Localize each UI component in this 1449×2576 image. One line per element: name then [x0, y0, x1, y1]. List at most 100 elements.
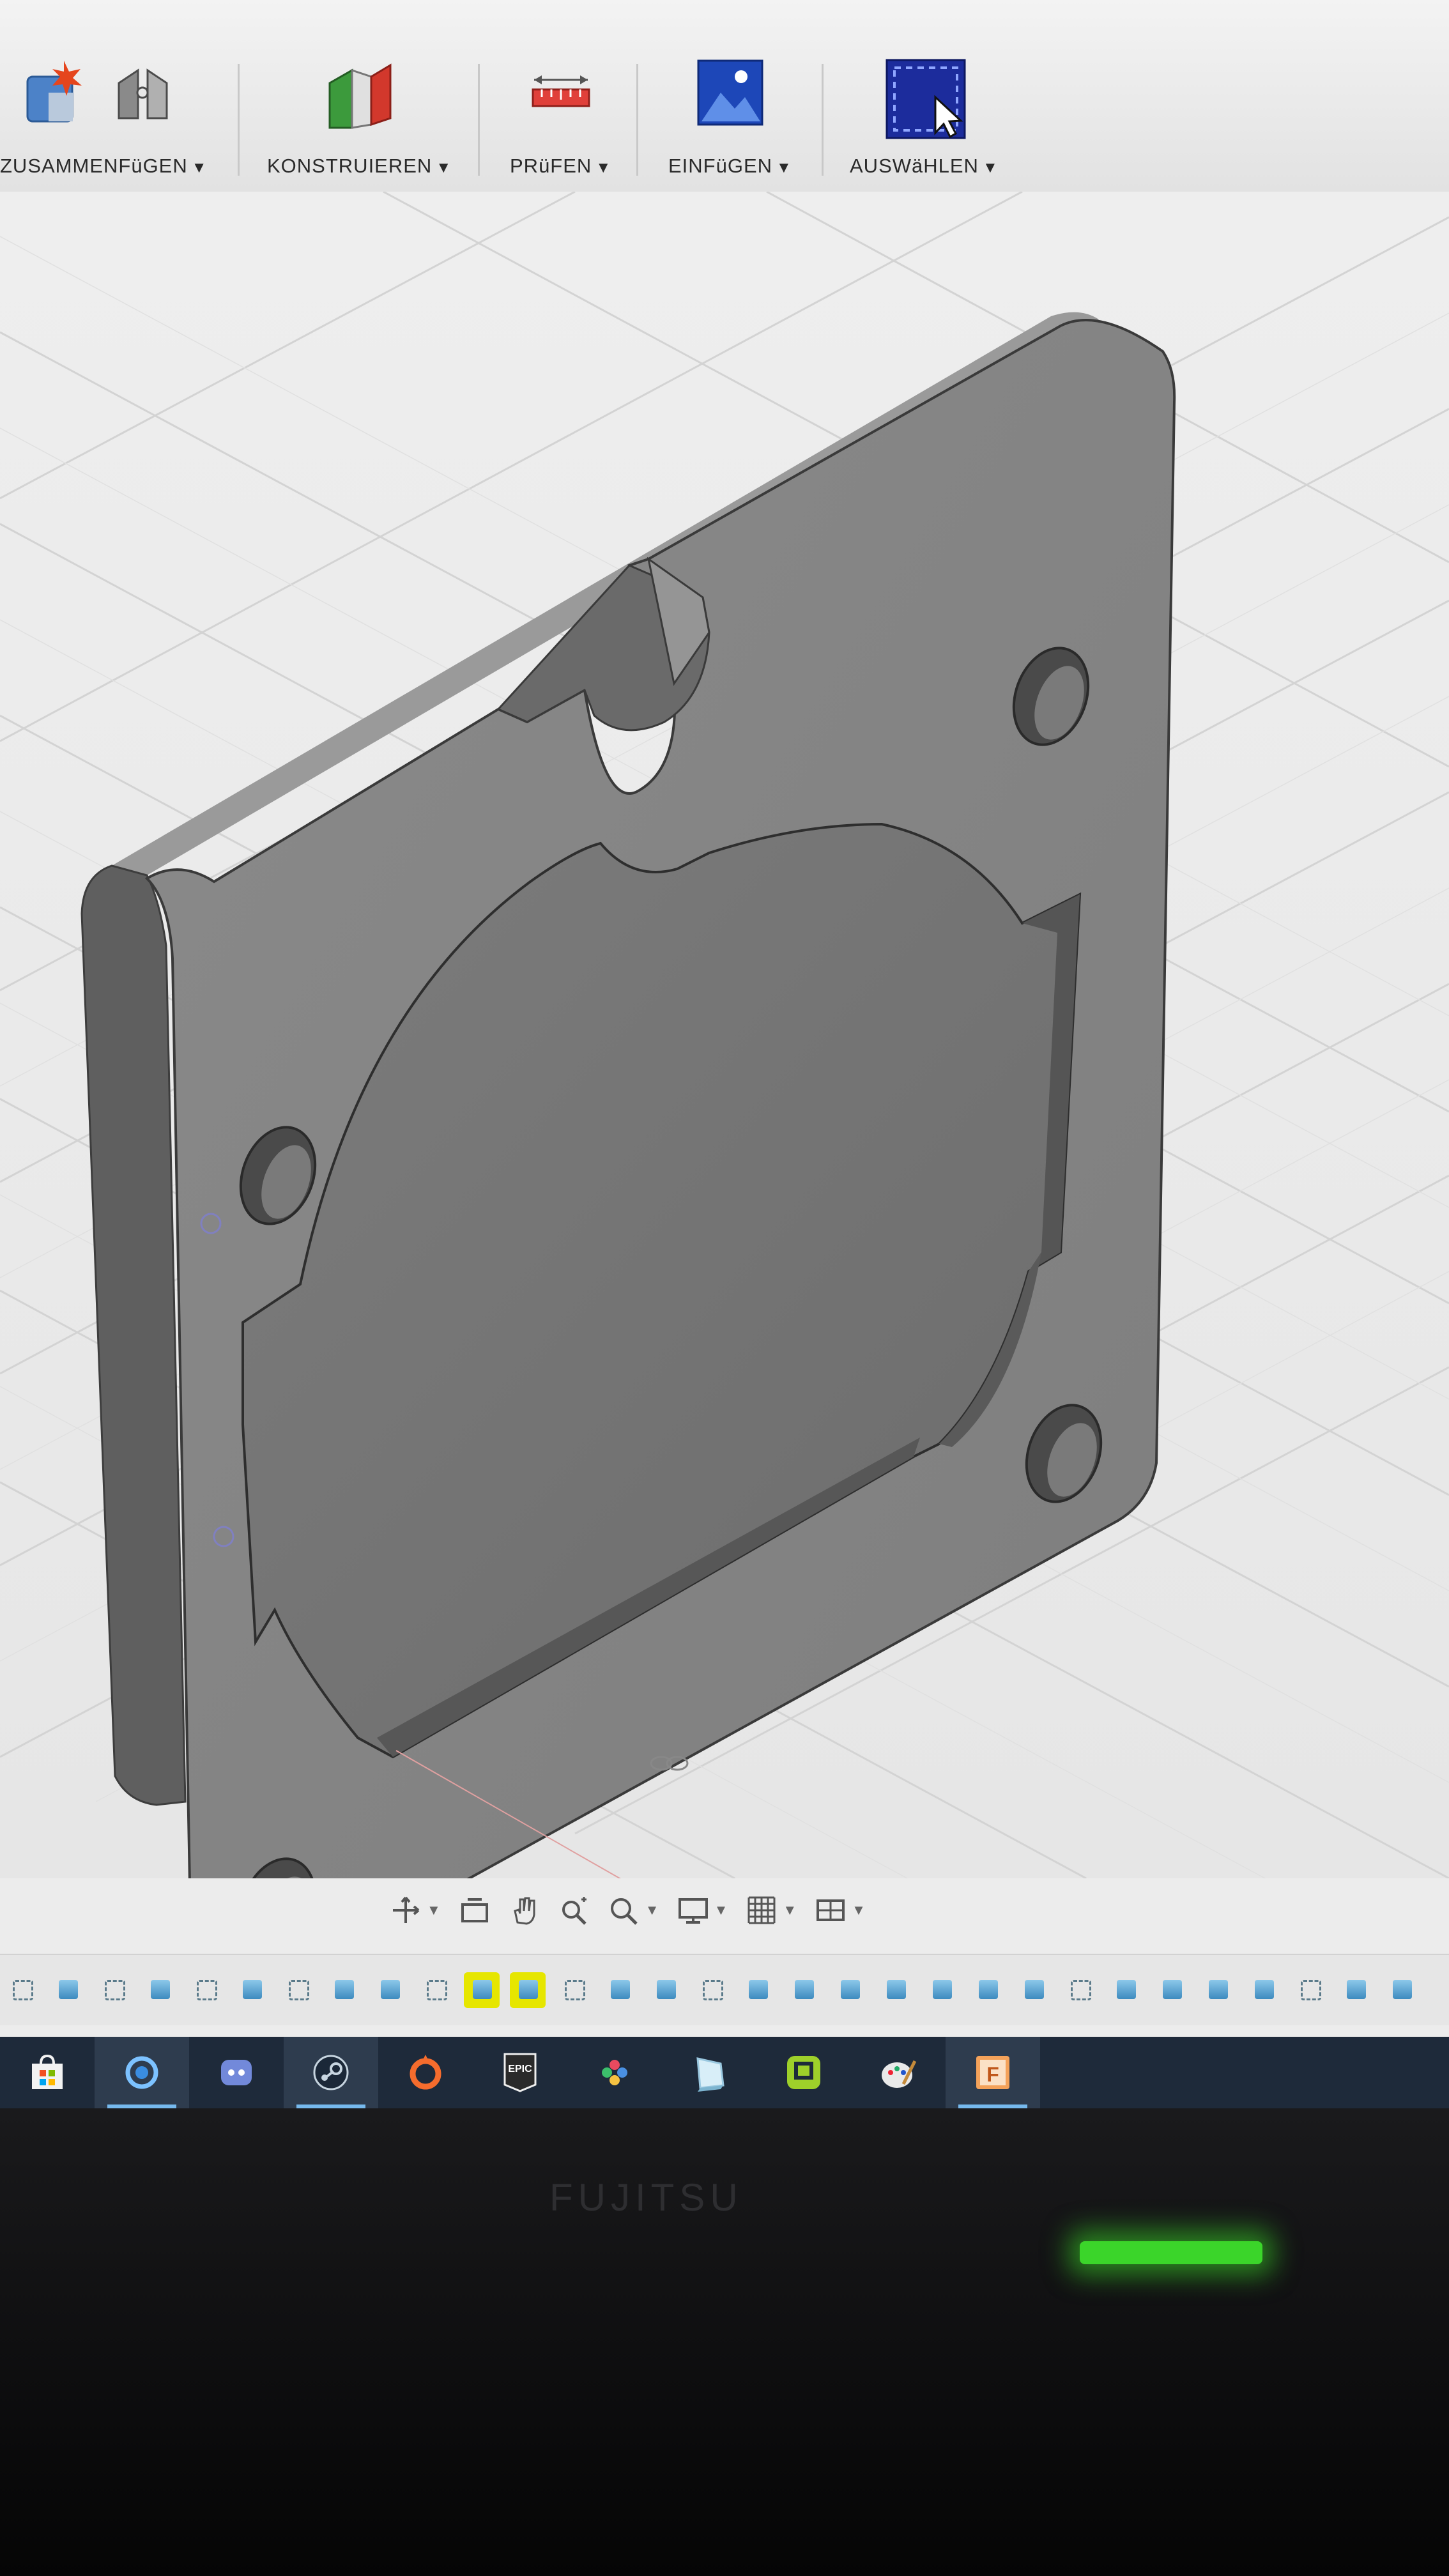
- timeline-body-feature[interactable]: [50, 1972, 86, 2008]
- taskbar-origin[interactable]: [378, 2037, 473, 2108]
- timeline-sketch-feature[interactable]: [96, 1972, 132, 2008]
- look-at-icon: [461, 1898, 488, 1922]
- orbit-button[interactable]: ▼: [390, 1894, 441, 1926]
- select-group: AUSWäHLEN ▼: [850, 0, 1029, 192]
- svg-text:FUJITSU: FUJITSU: [549, 2176, 741, 2219]
- timeline-body-feature[interactable]: [832, 1972, 868, 2008]
- timeline: [0, 1954, 1449, 2025]
- navigation-bar: ▼ ▼ ▼ ▼ ▼: [390, 1891, 866, 1929]
- taskbar-steam[interactable]: [284, 2037, 378, 2108]
- assemble-menu[interactable]: ZUSAMMENFüGEN ▼: [0, 155, 208, 178]
- separator: [238, 64, 240, 176]
- timeline-body-feature[interactable]: [924, 1972, 960, 2008]
- timeline-body-feature[interactable]: [970, 1972, 1006, 2008]
- timeline-body-feature[interactable]: [878, 1972, 914, 2008]
- timeline-sketch-feature[interactable]: [694, 1972, 730, 2008]
- orbit-icon: [393, 1896, 420, 1923]
- discord-icon: [221, 2060, 252, 2085]
- new-component-icon[interactable]: [24, 57, 88, 128]
- measure-icon[interactable]: [529, 57, 593, 128]
- timeline-body-feature[interactable]: [326, 1972, 362, 2008]
- windows-taskbar: EPIC F: [0, 2037, 1449, 2108]
- epic-games-icon: EPIC: [503, 2053, 537, 2092]
- fit-icon: [610, 1898, 638, 1925]
- fusion-icon: F: [976, 2056, 1009, 2089]
- select-icon[interactable]: [884, 57, 967, 141]
- taskbar-discord[interactable]: [189, 2037, 284, 2108]
- viewports-button[interactable]: ▼: [815, 1894, 866, 1926]
- taskbar-store[interactable]: [0, 2037, 95, 2108]
- timeline-body-feature[interactable]: [1016, 1972, 1052, 2008]
- viewports-icon: [816, 1899, 845, 1921]
- timeline-sketch-feature[interactable]: [4, 1972, 40, 2008]
- sync-icon: [125, 2056, 158, 2089]
- construct-menu[interactable]: KONSTRUIEREN ▼: [267, 155, 452, 178]
- display-settings-icon: [678, 1898, 708, 1924]
- timeline-sketch-feature[interactable]: [556, 1972, 592, 2008]
- insert-group: EINFüGEN ▼: [668, 0, 809, 192]
- look-at-button[interactable]: [459, 1894, 491, 1926]
- monitor-brand-logo: FUJITSU: [549, 2172, 741, 2233]
- timeline-sketch-feature[interactable]: [280, 1972, 316, 2008]
- svg-text:EPIC: EPIC: [508, 2064, 532, 2074]
- timeline-body-feature[interactable]: [740, 1972, 776, 2008]
- taskbar-controller-app[interactable]: [567, 2037, 662, 2108]
- inspect-group: PRüFEN ▼: [510, 0, 631, 192]
- svg-text:F: F: [986, 2063, 999, 2086]
- grid-settings-button[interactable]: ▼: [746, 1894, 797, 1926]
- insert-menu[interactable]: EINFüGEN ▼: [668, 155, 792, 178]
- timeline-body-feature[interactable]: [142, 1972, 178, 2008]
- inspect-menu[interactable]: PRüFEN ▼: [510, 155, 611, 178]
- taskbar-epic-games[interactable]: EPIC: [473, 2037, 567, 2108]
- timeline-sketch-feature[interactable]: [188, 1972, 224, 2008]
- zoom-button[interactable]: [558, 1894, 590, 1926]
- timeline-body-feature[interactable]: [1108, 1972, 1144, 2008]
- ribbon-toolbar: ZUSAMMENFüGEN ▼ KONSTRUIEREN ▼ PRüFEN ▼ …: [0, 0, 1449, 194]
- select-menu[interactable]: AUSWäHLEN ▼: [850, 155, 999, 178]
- origin-icon: [410, 2055, 441, 2090]
- timeline-body-feature[interactable]: [1338, 1972, 1374, 2008]
- pan-icon: [514, 1897, 535, 1925]
- taskbar-fusion-360[interactable]: F: [946, 2037, 1040, 2108]
- separator: [822, 64, 824, 176]
- puzzle-app-icon: [787, 2056, 820, 2089]
- assemble-group: ZUSAMMENFüGEN ▼: [0, 0, 230, 192]
- timeline-body-feature[interactable]: [1246, 1972, 1282, 2008]
- timeline-sketch-feature[interactable]: [1062, 1972, 1098, 2008]
- paint-icon: [882, 2060, 917, 2088]
- timeline-body-feature[interactable]: [234, 1972, 270, 2008]
- timeline-body-feature[interactable]: [1200, 1972, 1236, 2008]
- store-icon: [32, 2054, 63, 2089]
- design-viewport[interactable]: [0, 192, 1449, 1878]
- timeline-body-feature[interactable]: [602, 1972, 638, 2008]
- taskbar-puzzle-app[interactable]: [756, 2037, 851, 2108]
- construct-plane-icon[interactable]: [323, 57, 400, 134]
- monitor-screen: ZUSAMMENFüGEN ▼ KONSTRUIEREN ▼ PRüFEN ▼ …: [0, 0, 1449, 2108]
- steam-icon: [313, 2055, 349, 2090]
- display-settings-button[interactable]: ▼: [677, 1894, 728, 1926]
- controller-icon: [602, 2060, 627, 2085]
- power-led: [1080, 2241, 1262, 2264]
- timeline-body-feature[interactable]: [1154, 1972, 1190, 2008]
- grid-settings-icon: [747, 1896, 776, 1924]
- timeline-body-feature[interactable]: [648, 1972, 684, 2008]
- timeline-body-feature[interactable]: [372, 1972, 408, 2008]
- timeline-body-feature[interactable]: [786, 1972, 822, 2008]
- taskbar-paint-app[interactable]: [851, 2037, 946, 2108]
- zoom-icon: [562, 1897, 586, 1925]
- separator: [636, 64, 638, 176]
- timeline-sketch-feature[interactable]: [1292, 1972, 1328, 2008]
- timeline-selected-feature[interactable]: [464, 1972, 500, 2008]
- pan-button[interactable]: [509, 1894, 540, 1926]
- timeline-body-feature[interactable]: [1384, 1972, 1420, 2008]
- taskbar-sync-app[interactable]: [95, 2037, 189, 2108]
- timeline-selected-feature[interactable]: [510, 1972, 546, 2008]
- taskbar-cube-app[interactable]: [662, 2037, 756, 2108]
- construct-group: KONSTRUIEREN ▼: [267, 0, 471, 192]
- cube-app-icon: [696, 2057, 724, 2092]
- timeline-sketch-feature[interactable]: [418, 1972, 454, 2008]
- insert-image-icon[interactable]: [695, 57, 765, 128]
- joint-icon[interactable]: [112, 57, 176, 128]
- fit-button[interactable]: ▼: [608, 1894, 659, 1926]
- separator: [478, 64, 480, 176]
